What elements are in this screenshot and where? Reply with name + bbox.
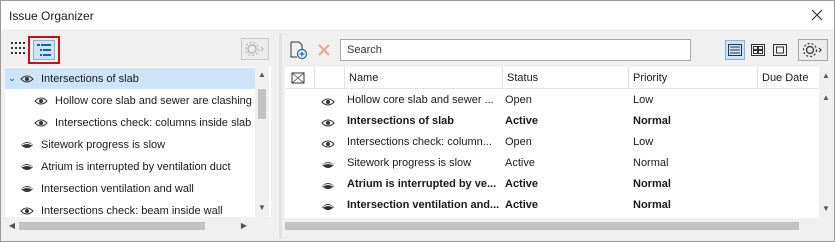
eye-open-icon[interactable]: [19, 73, 35, 85]
issue-name: Intersection ventilation and...: [347, 199, 500, 211]
preview-view-icon[interactable]: [771, 41, 789, 59]
eye-closed-icon[interactable]: [321, 157, 339, 169]
tree-item-label: Intersections check: columns inside slab: [55, 116, 252, 129]
table-row[interactable]: Sitework progress is slow Active Normal: [285, 153, 819, 174]
table-horizontal-scrollbar[interactable]: [285, 219, 819, 233]
tree-item-label: Hollow core slab and sewer are clashing: [55, 94, 252, 107]
tree-horizontal-scrollbar[interactable]: ◀ ▶: [5, 219, 269, 233]
tree-item-label: Intersections of slab: [41, 72, 139, 85]
issue-tree-list: ⌄ Intersections of slab Hollow core slab…: [5, 67, 271, 217]
eye-closed-icon[interactable]: [321, 178, 339, 190]
issue-organizer-window: Issue Organizer ⌄ Intersections of slab …: [0, 0, 835, 242]
photo-frame-icon: [291, 72, 305, 84]
scroll-thumb[interactable]: [19, 222, 205, 230]
eye-open-icon[interactable]: [19, 205, 35, 217]
grid-view-icon[interactable]: [749, 41, 767, 59]
scroll-up-icon[interactable]: ▲: [255, 70, 269, 79]
new-issue-icon[interactable]: [287, 39, 309, 61]
eye-closed-icon[interactable]: [19, 183, 35, 195]
flat-view-icon[interactable]: [7, 37, 29, 59]
tree-item[interactable]: Atrium is interrupted by ventilation duc…: [5, 156, 255, 177]
eye-closed-icon[interactable]: [19, 139, 35, 151]
table-vertical-scrollbar[interactable]: ▲ ▲ ▼: [819, 67, 833, 218]
issue-name: Atrium is interrupted by ve...: [347, 178, 497, 190]
list-view-icon[interactable]: [725, 40, 745, 60]
issue-table: Name Status Priority Due Date Hollow cor…: [285, 67, 819, 218]
eye-open-icon[interactable]: [321, 115, 339, 127]
table-row[interactable]: Atrium is interrupted by ve... Active No…: [285, 174, 819, 195]
issue-status: Open: [505, 94, 532, 106]
window-title: Issue Organizer: [9, 9, 94, 23]
scroll-up-secondary-icon[interactable]: ▲: [819, 93, 833, 102]
tree-item-label: Sitework progress is slow: [41, 138, 166, 151]
issue-priority: Low: [633, 94, 654, 106]
search-input[interactable]: Search: [340, 39, 691, 61]
column-header-priority[interactable]: Priority: [629, 67, 758, 89]
chevron-down-icon[interactable]: ⌄: [5, 73, 19, 84]
issue-priority: Normal: [633, 199, 671, 211]
issue-priority: Low: [633, 136, 654, 148]
table-row[interactable]: Intersections check: column... Open Low: [285, 132, 819, 153]
scroll-right-icon[interactable]: ▶: [237, 221, 251, 230]
scroll-up-icon[interactable]: ▲: [819, 71, 833, 80]
table-settings-gear-icon[interactable]: [798, 39, 828, 61]
eye-open-icon[interactable]: [321, 94, 339, 106]
table-row[interactable]: Intersections of slab Active Normal: [285, 111, 819, 132]
eye-closed-icon[interactable]: [321, 199, 339, 211]
issue-status: Active: [505, 178, 539, 190]
scroll-down-icon[interactable]: ▼: [255, 203, 269, 212]
scroll-left-icon[interactable]: ◀: [5, 221, 19, 230]
issue-status: Active: [505, 157, 535, 169]
table-header: Name Status Priority Due Date: [285, 67, 819, 89]
tree-toolbar: [5, 33, 278, 67]
eye-open-icon[interactable]: [33, 95, 49, 107]
tree-vertical-scrollbar[interactable]: ▲ ▼: [255, 67, 269, 217]
issue-table-panel: Search Name Status Priority Due Date Hol…: [283, 33, 833, 239]
tree-item[interactable]: Sitework progress is slow: [5, 134, 255, 155]
tree-item[interactable]: Intersections check: beam inside wall: [5, 200, 255, 217]
tree-item[interactable]: Hollow core slab and sewer are clashing: [19, 90, 269, 111]
scroll-thumb[interactable]: [285, 222, 799, 230]
issue-status: Active: [505, 199, 539, 211]
table-row[interactable]: Hollow core slab and sewer ... Open Low: [285, 90, 819, 111]
eye-open-icon[interactable]: [33, 117, 49, 129]
table-row[interactable]: Intersection ventilation and... Active N…: [285, 195, 819, 216]
tree-view-button[interactable]: [28, 36, 60, 64]
eye-open-icon[interactable]: [321, 136, 339, 148]
panel-splitter[interactable]: [279, 33, 282, 239]
tree-item-label: Atrium is interrupted by ventilation duc…: [41, 160, 231, 173]
scroll-down-icon[interactable]: ▼: [819, 204, 833, 213]
issue-status: Open: [505, 136, 532, 148]
issue-name: Intersections check: column...: [347, 136, 492, 148]
issue-priority: Normal: [633, 157, 669, 169]
tree-item[interactable]: ⌄ Intersections of slab: [5, 68, 255, 89]
visibility-column-header[interactable]: [285, 67, 315, 89]
issue-priority: Normal: [633, 115, 671, 127]
search-placeholder: Search: [347, 44, 382, 56]
issue-status: Active: [505, 115, 539, 127]
tree-view-icon: [33, 40, 55, 60]
issue-name: Intersections of slab: [347, 115, 454, 127]
column-header-status[interactable]: Status: [503, 67, 629, 89]
close-icon[interactable]: [808, 6, 826, 24]
issue-name: Sitework progress is slow: [347, 157, 472, 169]
scroll-thumb[interactable]: [258, 89, 266, 119]
issue-tree-panel: ⌄ Intersections of slab Hollow core slab…: [5, 33, 278, 239]
tree-settings-gear-icon[interactable]: [241, 38, 269, 60]
column-header-name[interactable]: Name: [345, 67, 503, 89]
issue-priority: Normal: [633, 178, 671, 190]
column-header-due-date[interactable]: Due Date: [758, 67, 819, 89]
tree-item[interactable]: Intersection ventilation and wall: [5, 178, 255, 199]
title-bar: Issue Organizer: [1, 1, 834, 29]
eye-closed-icon[interactable]: [19, 161, 35, 173]
tree-item-label: Intersection ventilation and wall: [41, 182, 194, 195]
tree-item-label: Intersections check: beam inside wall: [41, 204, 223, 217]
tree-item[interactable]: Intersections check: columns inside slab: [19, 112, 269, 133]
eye-column-header[interactable]: [315, 67, 345, 89]
issue-name: Hollow core slab and sewer ...: [347, 94, 494, 106]
delete-issue-icon[interactable]: [313, 39, 335, 61]
